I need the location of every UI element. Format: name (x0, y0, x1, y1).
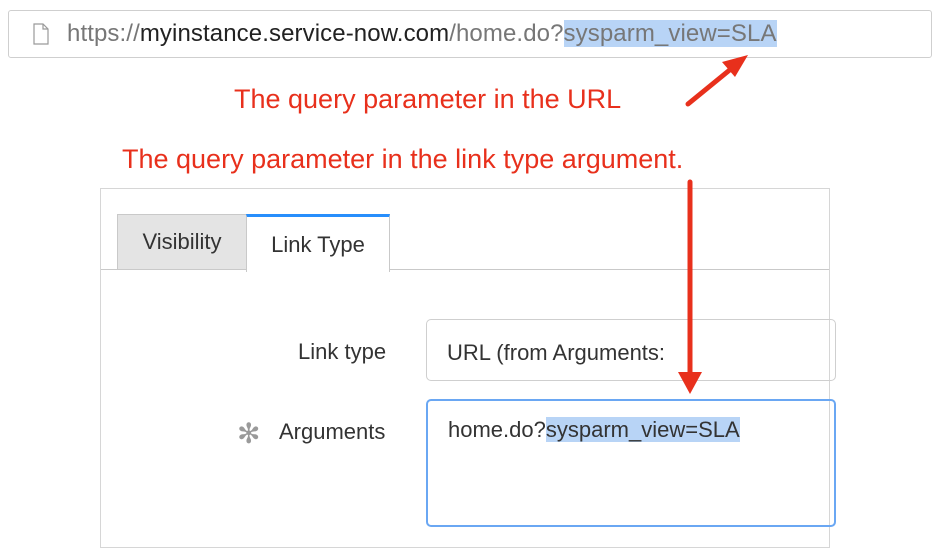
address-bar[interactable]: https://myinstance.service-now.com/home.… (8, 10, 932, 58)
arguments-label: Arguments (279, 419, 386, 444)
tab-link-type[interactable]: Link Type (246, 214, 390, 272)
url-scheme: https:// (67, 20, 140, 47)
url-arrow (685, 55, 748, 107)
tab-visibility[interactable]: Visibility (117, 214, 247, 270)
url-annotation: The query parameter in the URL (234, 84, 622, 114)
arguments-query-highlight: sysparm_view=SLA (545, 417, 740, 442)
link-type-label: Link type (298, 339, 387, 364)
arguments-prefix: home.do? (448, 417, 546, 442)
url-query-highlight: sysparm_view=SLA (563, 20, 777, 47)
tab-divider (101, 269, 117, 270)
url-text: https://myinstance.service-now.com/home.… (67, 20, 777, 48)
url-host: myinstance.service-now.com (139, 20, 450, 47)
link-annotation: The query parameter in the link type arg… (122, 144, 684, 174)
tab-divider (389, 269, 829, 270)
tab-bar: Visibility Link Type (101, 189, 829, 272)
required-asterisk-icon: ✻ (237, 418, 261, 449)
url-path: /home.do? (449, 20, 564, 47)
link-type-select[interactable]: URL (from Arguments: (426, 319, 836, 381)
page-icon (33, 23, 49, 45)
form-panel: Visibility Link Type Link type URL (from… (100, 188, 836, 548)
arguments-input[interactable]: home.do?sysparm_view=SLA (426, 399, 836, 527)
